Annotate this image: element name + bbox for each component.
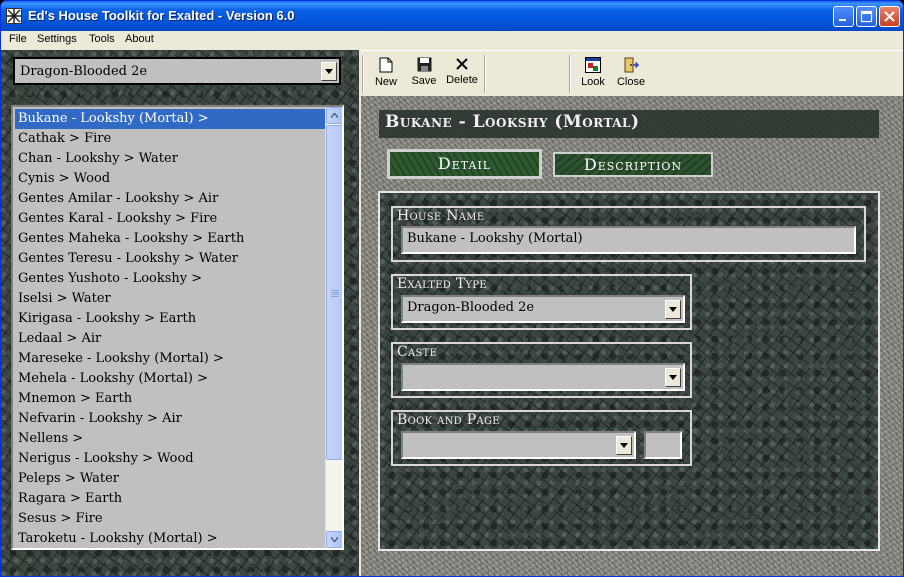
close-button[interactable]: Close [611, 57, 651, 88]
look-window-icon [585, 57, 601, 73]
chevron-down-icon [620, 443, 628, 448]
list-item[interactable]: Gentes Yushoto - Lookshy > [15, 269, 325, 289]
list-scrollbar[interactable] [325, 107, 342, 548]
list-item[interactable]: Mnemon > Earth [15, 389, 325, 409]
menu-settings[interactable]: Settings [37, 33, 77, 45]
close-label: Close [616, 76, 646, 88]
list-item[interactable]: Gentes Amilar - Lookshy > Air [15, 189, 325, 209]
tab-detail[interactable]: Detail [387, 149, 542, 179]
menu-about[interactable]: About [125, 33, 154, 45]
scroll-up-icon [331, 113, 338, 118]
list-item[interactable]: Cynis > Wood [15, 169, 325, 189]
save-label: Save [411, 75, 437, 87]
delete-label: Delete [446, 74, 478, 86]
minimize-button[interactable] [833, 6, 854, 27]
title-bar[interactable]: Ed's House Toolkit for Exalted - Version… [1, 1, 903, 31]
exalted-type-select[interactable]: Dragon-Blooded 2e [401, 295, 685, 323]
scroll-down-button[interactable] [326, 531, 342, 548]
maximize-button[interactable] [856, 6, 877, 27]
new-label: New [374, 76, 397, 88]
scroll-thumb[interactable] [326, 125, 342, 460]
exalted-type-value: Dragon-Blooded 2e [407, 300, 535, 315]
minimize-icon [839, 19, 846, 21]
filter-value: Dragon-Blooded 2e [20, 64, 148, 79]
list-item[interactable]: Nefvarin - Lookshy > Air [15, 409, 325, 429]
list-item[interactable]: Gentes Maheka - Lookshy > Earth [15, 229, 325, 249]
house-list[interactable]: Bukane - Lookshy (Mortal) > Cathak > Fire… [11, 105, 344, 550]
page-input[interactable] [644, 431, 682, 459]
maximize-icon [860, 10, 873, 23]
list-item[interactable]: Taroketu - Lookshy (Mortal) > [15, 529, 325, 548]
chevron-down-icon [325, 69, 333, 74]
exalted-type-label: Exalted Type [397, 276, 488, 292]
list-item[interactable]: Nerigus - Lookshy > Wood [15, 449, 325, 469]
app-window: Ed's House Toolkit for Exalted - Version… [0, 0, 904, 577]
exalted-type-dropdown-button[interactable] [665, 300, 681, 319]
scroll-up-button[interactable] [326, 107, 342, 124]
exalted-type-filter[interactable]: Dragon-Blooded 2e [13, 57, 341, 85]
menu-bar: File Settings Tools About [1, 31, 903, 49]
caste-select[interactable] [401, 363, 685, 391]
new-document-icon [379, 57, 393, 73]
delete-x-icon [456, 58, 468, 70]
toolbar-separator [484, 55, 486, 93]
list-item[interactable]: Mareseke - Lookshy (Mortal) > [15, 349, 325, 369]
close-window-button[interactable] [879, 6, 900, 27]
window-title: Ed's House Toolkit for Exalted - Version… [28, 8, 295, 23]
list-item[interactable]: Bukane - Lookshy (Mortal) > [15, 109, 325, 129]
tab-description[interactable]: Description [553, 152, 713, 177]
save-disk-icon [417, 57, 431, 72]
toolbar-separator [569, 55, 571, 93]
chevron-down-icon [669, 375, 677, 380]
new-button[interactable]: New [366, 57, 406, 88]
filter-dropdown-button[interactable] [321, 62, 337, 81]
caste-label: Caste [397, 344, 438, 360]
menu-file[interactable]: File [9, 33, 27, 45]
chevron-down-icon [669, 307, 677, 312]
look-button[interactable]: Look [573, 57, 613, 88]
list-item[interactable]: Peleps > Water [15, 469, 325, 489]
look-label: Look [581, 76, 605, 88]
book-select[interactable] [401, 431, 636, 459]
toolbar-separator [362, 55, 364, 93]
list-item[interactable]: Kirigasa - Lookshy > Earth [15, 309, 325, 329]
house-header: Bukane - Lookshy (Mortal) [385, 112, 640, 132]
list-item[interactable]: Iselsi > Water [15, 289, 325, 309]
list-item[interactable]: Ledaal > Air [15, 329, 325, 349]
book-dropdown-button[interactable] [616, 436, 632, 455]
list-item[interactable]: Gentes Karal - Lookshy > Fire [15, 209, 325, 229]
list-item[interactable]: Mehela - Lookshy (Mortal) > [15, 369, 325, 389]
list-item[interactable]: Cathak > Fire [15, 129, 325, 149]
delete-button[interactable]: Delete [442, 57, 482, 86]
save-button[interactable]: Save [404, 57, 444, 87]
house-name-label: House Name [397, 208, 485, 224]
menu-tools[interactable]: Tools [89, 33, 115, 45]
list-item[interactable]: Gentes Teresu - Lookshy > Water [15, 249, 325, 269]
list-item[interactable]: Chan - Lookshy > Water [15, 149, 325, 169]
book-page-label: Book and Page [397, 412, 500, 428]
exit-door-icon [624, 57, 639, 73]
list-item[interactable]: Ragara > Earth [15, 489, 325, 509]
toolbar: New Save Delete Look Close [359, 50, 903, 96]
app-icon [6, 8, 22, 24]
caste-dropdown-button[interactable] [665, 368, 681, 387]
house-name-input[interactable]: Bukane - Lookshy (Mortal) [401, 226, 856, 254]
list-item[interactable]: Sesus > Fire [15, 509, 325, 529]
close-icon [884, 11, 895, 22]
list-item[interactable]: Nellens > [15, 429, 325, 449]
scroll-down-icon [331, 537, 338, 542]
